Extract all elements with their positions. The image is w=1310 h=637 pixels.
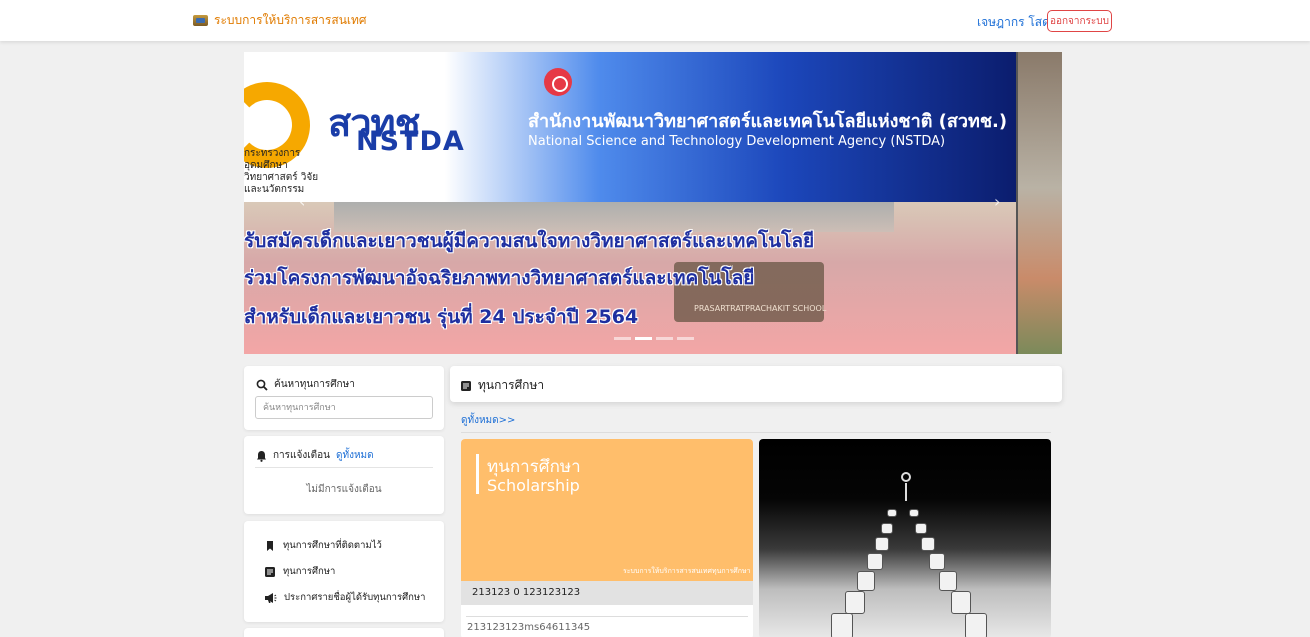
menu-item-followed-scholarships[interactable]: ทุนการศึกษาที่ติดตามไว้ — [264, 538, 382, 553]
figure-illustration — [905, 483, 907, 501]
carousel-indicator[interactable] — [677, 337, 694, 340]
article-icon — [460, 380, 472, 392]
bell-icon — [256, 450, 267, 462]
image-title-en: Scholarship — [487, 476, 580, 495]
stone-illustration — [939, 571, 957, 591]
menu-item-label: ทุนการศึกษา — [283, 566, 336, 577]
carousel-indicators — [614, 337, 694, 340]
stone-illustration — [909, 509, 919, 517]
stone-illustration — [881, 523, 893, 534]
section-header: ทุนการศึกษา — [460, 376, 544, 395]
carousel-next-icon[interactable]: › — [994, 192, 1000, 211]
stone-illustration — [887, 509, 897, 517]
megaphone-icon — [264, 592, 277, 604]
stone-illustration — [915, 523, 927, 534]
stone-illustration — [845, 591, 865, 614]
section-title: ทุนการศึกษา — [478, 378, 545, 392]
banner-carousel: กระทรวงการอุดมศึกษา วิทยาศาสตร์ วิจัยและ… — [244, 52, 1062, 354]
carousel-indicator[interactable] — [656, 337, 673, 340]
scholarship-card-description: 213123123ms64611345 — [467, 622, 591, 633]
stone-illustration — [965, 613, 987, 637]
nstda-logo-en: NSTDA — [356, 126, 465, 157]
divider — [461, 432, 1051, 433]
scholarships-see-all-link[interactable]: ดูทั้งหมด>> — [461, 413, 515, 428]
scholarship-section-header: ทุนการศึกษา — [450, 366, 1062, 402]
divider — [466, 616, 748, 617]
logout-button[interactable]: ออกจากระบบ — [1047, 10, 1112, 32]
scholarship-card[interactable] — [759, 439, 1051, 637]
stone-illustration — [867, 553, 883, 570]
user-name[interactable]: เจษฎากร โสดา — [977, 13, 1057, 32]
site-title[interactable]: ระบบการให้บริการสารสนเทศ — [214, 11, 367, 30]
stone-illustration — [857, 571, 875, 591]
image-footnote: ระบบการให้บริการสารสนเทศทุนการศึกษา — [623, 567, 751, 575]
notifications-header: การแจ้งเตือน ดูทั้งหมด — [256, 448, 374, 463]
agency-name-thai: สำนักงานพัฒนาวิทยาศาสตร์และเทคโนโลยีแห่ง… — [528, 111, 1008, 132]
scholarship-search-input[interactable] — [255, 396, 433, 419]
divider — [255, 467, 433, 468]
banner-headline-2: ร่วมโครงการพัฒนาอัจฉริยภาพทางวิทยาศาสตร์… — [244, 267, 755, 289]
notifications-empty-text: ไม่มีการแจ้งเตือน — [306, 484, 382, 495]
banner-headline-3: สำหรับเด็กและเยาวชน รุ่นที่ 24 ประจำปี 2… — [244, 306, 639, 328]
top-navbar: ระบบการให้บริการสารสนเทศ เจษฎากร โสดา ออ… — [0, 0, 1310, 41]
ministry-caption: กระทรวงการอุดมศึกษา วิทยาศาสตร์ วิจัยและ… — [244, 148, 319, 195]
scholarship-card-title[interactable]: 213123 0 123123123 — [461, 581, 753, 605]
sidebar-menu: ทุนการศึกษาที่ติดตามไว้ ทุนการศึกษา ประก… — [244, 521, 444, 622]
menu-item-label: ประกาศรายชื่อผู้ได้รับทุนการศึกษา — [284, 592, 426, 603]
menu-item-scholarships[interactable]: ทุนการศึกษา — [264, 564, 335, 579]
notifications-title: การแจ้งเตือน — [273, 450, 330, 461]
banner-headline-1: รับสมัครเด็กและเยาวชนผู้มีความสนใจทางวิท… — [244, 230, 815, 252]
article-icon — [264, 566, 276, 578]
accent-bar — [476, 454, 479, 494]
stone-illustration — [921, 537, 935, 551]
atom-logo-icon — [544, 68, 572, 96]
notifications-card: การแจ้งเตือน ดูทั้งหมด ไม่มีการแจ้งเตือน — [244, 436, 444, 514]
notifications-see-all-link[interactable]: ดูทั้งหมด — [336, 448, 374, 463]
brand[interactable]: ระบบการให้บริการสารสนเทศ — [193, 11, 367, 30]
carousel-slide: กระทรวงการอุดมศึกษา วิทยาศาสตร์ วิจัยและ… — [244, 52, 1016, 354]
next-slide-preview — [1016, 52, 1062, 354]
stone-illustration — [831, 613, 853, 637]
stone-illustration — [951, 591, 971, 614]
sidebar-card-partial — [244, 628, 444, 637]
scholarship-card-image — [759, 439, 1051, 637]
bookmark-icon — [264, 540, 276, 552]
search-card: ค้นหาทุนการศึกษา — [244, 366, 444, 430]
scholarship-card[interactable]: ทุนการศึกษา Scholarship ระบบการให้บริการ… — [461, 439, 753, 637]
figure-illustration — [901, 472, 911, 482]
scholarship-card-image: ทุนการศึกษา Scholarship ระบบการให้บริการ… — [461, 439, 753, 581]
search-card-title: ค้นหาทุนการศึกษา — [274, 379, 355, 390]
search-icon — [256, 379, 268, 391]
stone-illustration — [929, 553, 945, 570]
carousel-indicator[interactable] — [614, 337, 631, 340]
menu-item-label: ทุนการศึกษาที่ติดตามไว้ — [283, 540, 382, 551]
stone-illustration — [875, 537, 889, 551]
school-sign-text: PRASARTRATPRACHAKIT SCHOOL — [694, 304, 827, 313]
menu-item-recipient-announcements[interactable]: ประกาศรายชื่อผู้ได้รับทุนการศึกษา — [264, 590, 425, 605]
carousel-indicator[interactable] — [635, 337, 652, 340]
search-card-header: ค้นหาทุนการศึกษา — [256, 377, 355, 392]
carousel-prev-icon[interactable]: ‹ — [299, 192, 305, 211]
site-logo-icon — [193, 15, 208, 26]
agency-name-en: National Science and Technology Developm… — [528, 134, 946, 149]
